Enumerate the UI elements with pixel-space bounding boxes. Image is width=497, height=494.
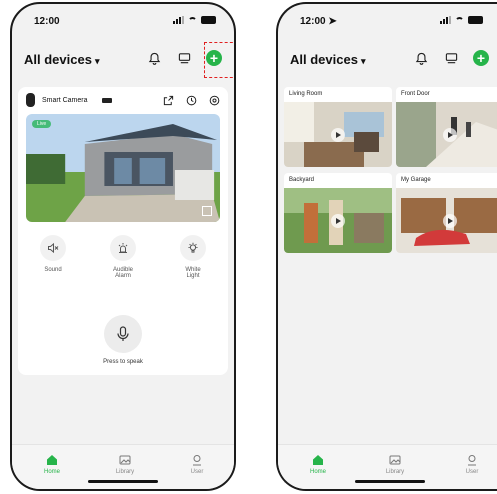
tile-name: Living Room bbox=[289, 91, 323, 97]
battery-icon bbox=[102, 98, 112, 103]
library-icon bbox=[119, 455, 131, 465]
device-tile[interactable]: Living Room bbox=[284, 87, 392, 167]
tile-name: My Garage bbox=[401, 177, 431, 183]
device-tile[interactable]: My Garage bbox=[396, 173, 497, 253]
tile-thumbnail bbox=[396, 102, 497, 167]
caret-down-icon: ▾ bbox=[360, 56, 366, 66]
sound-button[interactable]: Sound bbox=[25, 235, 81, 279]
press-to-speak[interactable]: Press to speak bbox=[18, 315, 228, 365]
play-icon[interactable] bbox=[443, 213, 457, 228]
home-indicator bbox=[88, 480, 158, 483]
settings-icon[interactable] bbox=[209, 95, 220, 106]
audible-alarm-label: Audible Alarm bbox=[112, 267, 133, 279]
tab-library[interactable]: Library bbox=[105, 453, 145, 475]
white-light-label: White Light bbox=[185, 267, 201, 279]
page-title: All devices bbox=[24, 52, 92, 67]
camera-controls: Sound Audible Alarm White Light bbox=[18, 235, 228, 279]
share-icon[interactable] bbox=[163, 95, 174, 106]
user-icon bbox=[468, 455, 476, 466]
play-icon[interactable] bbox=[331, 127, 345, 142]
add-device-button[interactable]: + bbox=[473, 50, 489, 66]
tab-home[interactable]: Home bbox=[32, 453, 72, 475]
library-icon bbox=[389, 455, 401, 465]
battery-icon bbox=[201, 16, 216, 24]
device-tile[interactable]: Front Door bbox=[396, 87, 497, 167]
devices-dropdown[interactable]: All devices ▾ bbox=[290, 52, 365, 67]
live-badge: Live bbox=[32, 120, 52, 128]
camera-icon bbox=[26, 93, 35, 107]
tile-thumbnail bbox=[284, 102, 392, 167]
battery-icon bbox=[468, 16, 483, 24]
phone-screen-right: 12:00 ➤ All devices▾ + Living Room Fron bbox=[276, 2, 497, 491]
home-indicator bbox=[354, 480, 425, 483]
tab-user-label: User bbox=[190, 469, 204, 475]
sound-label: Sound bbox=[44, 267, 62, 273]
devices-dropdown[interactable]: All devices ▾ bbox=[24, 52, 99, 67]
signal-icon bbox=[173, 16, 184, 24]
highlight-box bbox=[204, 42, 234, 78]
status-bar: 12:00 ➤ bbox=[300, 16, 483, 32]
header: All devices ▾ + bbox=[290, 50, 489, 72]
status-time: 12:00 bbox=[34, 16, 60, 27]
white-light-button[interactable]: White Light bbox=[165, 235, 221, 279]
tile-name: Front Door bbox=[401, 91, 430, 97]
tab-library-label: Library bbox=[115, 469, 135, 475]
play-icon[interactable] bbox=[443, 127, 457, 142]
light-icon bbox=[188, 242, 198, 253]
tile-name: Backyard bbox=[289, 177, 315, 183]
bell-icon[interactable] bbox=[146, 50, 162, 66]
tab-user-label: User bbox=[465, 469, 479, 475]
tab-home[interactable]: Home bbox=[298, 453, 338, 475]
home-icon bbox=[313, 455, 323, 465]
multiview-icon[interactable] bbox=[443, 50, 459, 66]
tab-home-label: Home bbox=[309, 469, 326, 475]
home-icon bbox=[47, 455, 57, 465]
camera-card: Smart Camera Live Sound Audible Alarm Wh… bbox=[18, 87, 228, 375]
play-icon[interactable] bbox=[331, 213, 345, 228]
header: All devices ▾ + bbox=[24, 50, 222, 72]
mute-icon bbox=[48, 242, 59, 254]
microphone-icon bbox=[117, 326, 129, 341]
audible-alarm-button[interactable]: Audible Alarm bbox=[95, 235, 151, 279]
tile-thumbnail bbox=[396, 188, 497, 253]
tab-user[interactable]: User bbox=[452, 453, 492, 475]
live-video[interactable]: Live bbox=[26, 114, 220, 222]
caret-down-icon: ▾ bbox=[94, 56, 100, 66]
page-title: All devices bbox=[290, 52, 358, 67]
camera-name: Smart Camera bbox=[42, 97, 88, 104]
tab-library-label: Library bbox=[385, 469, 405, 475]
bell-icon[interactable] bbox=[413, 50, 429, 66]
press-to-speak-label: Press to speak bbox=[103, 359, 143, 365]
location-arrow-icon: ➤ bbox=[328, 16, 337, 27]
tab-user[interactable]: User bbox=[177, 453, 217, 475]
device-tile[interactable]: Backyard bbox=[284, 173, 392, 253]
tile-thumbnail bbox=[284, 188, 392, 253]
wifi-icon bbox=[188, 16, 197, 24]
phone-screen-left: 12:00 All devices ▾ + Smart Camera Live … bbox=[10, 2, 236, 491]
status-bar: 12:00 bbox=[34, 16, 216, 32]
fullscreen-icon[interactable] bbox=[202, 206, 212, 216]
alarm-icon bbox=[118, 243, 128, 253]
wifi-icon bbox=[455, 16, 464, 24]
signal-icon bbox=[440, 16, 451, 24]
history-icon[interactable] bbox=[186, 95, 197, 106]
tab-home-label: Home bbox=[43, 469, 60, 475]
user-icon bbox=[193, 455, 201, 466]
tab-bar: Home Library User bbox=[12, 444, 234, 489]
multiview-icon[interactable] bbox=[176, 50, 192, 66]
tab-library[interactable]: Library bbox=[375, 453, 415, 475]
tab-bar: Home Library User bbox=[278, 444, 497, 489]
status-time: 12:00 bbox=[300, 16, 326, 27]
